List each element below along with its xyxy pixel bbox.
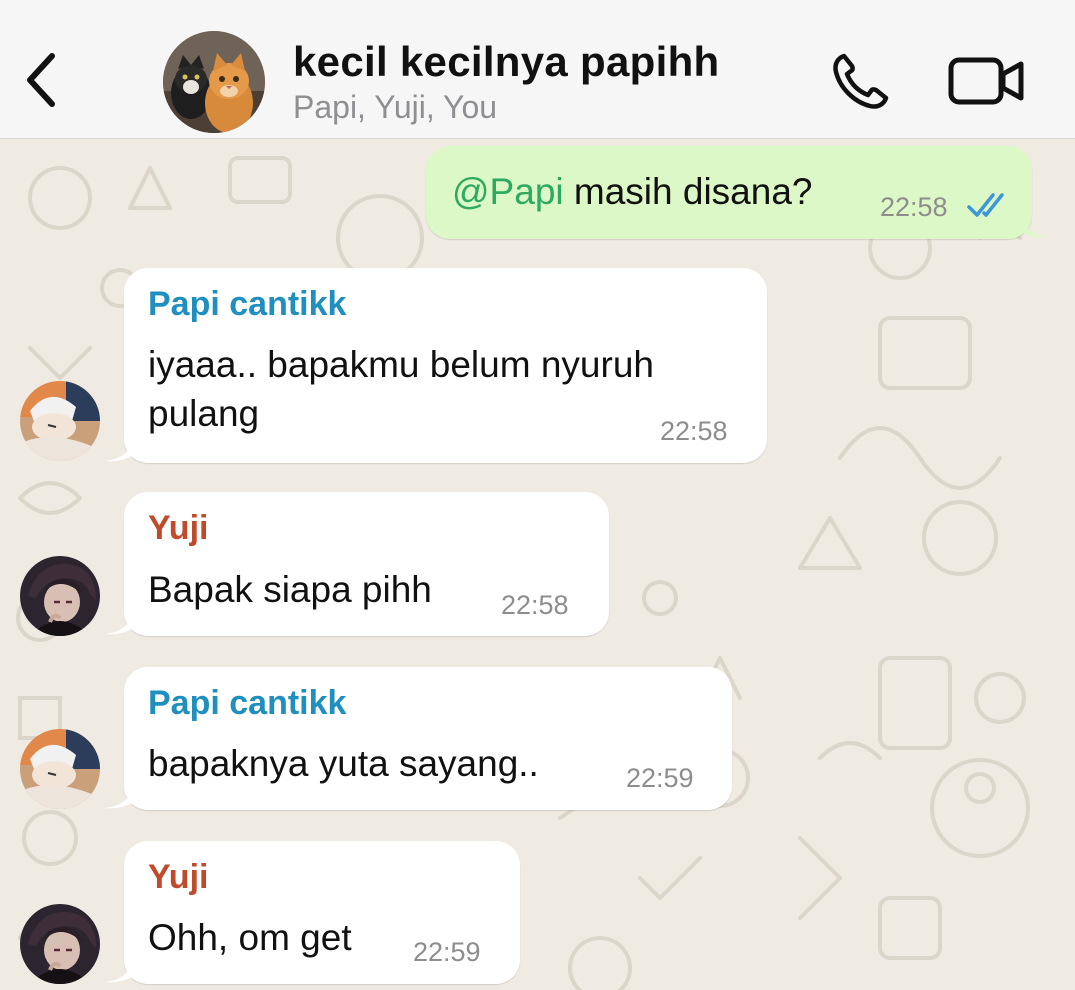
back-button[interactable] — [22, 48, 62, 112]
incoming-message[interactable]: Papi cantikk iyaaa.. bapakmu belum nyuru… — [124, 268, 767, 463]
yuji-avatar-image — [20, 556, 100, 636]
message-text: @Papi masih disana? — [452, 167, 813, 216]
message-text: bapaknya yuta sayang.. — [148, 743, 539, 784]
bubble-tail — [104, 960, 134, 983]
bubble-tail — [104, 439, 134, 462]
chat-title[interactable]: kecil kecilnya papihh — [293, 38, 719, 86]
sender-name[interactable]: Yuji — [148, 509, 208, 548]
phone-icon — [833, 53, 889, 109]
chevron-left-icon — [27, 53, 55, 107]
incoming-message[interactable]: Yuji Bapak siapa pihh 22:58 — [124, 492, 609, 636]
incoming-message[interactable]: Yuji Ohh, om get 22:59 — [124, 841, 520, 984]
chat-participants[interactable]: Papi, Yuji, You — [293, 89, 497, 126]
bubble-tail — [1020, 215, 1050, 238]
video-call-button[interactable] — [947, 56, 1025, 106]
yuji-avatar-image — [20, 904, 100, 984]
mention-tag[interactable]: @Papi — [452, 171, 564, 212]
sender-avatar[interactable] — [20, 729, 100, 809]
bubble-tail — [104, 612, 134, 635]
message-text-line-2: pulang — [148, 393, 260, 434]
sender-avatar[interactable] — [20, 556, 100, 636]
message-body: masih disana? — [563, 171, 813, 212]
sender-avatar[interactable] — [20, 381, 100, 461]
papi-avatar-image — [20, 381, 100, 461]
message-time: 22:59 — [413, 937, 481, 967]
double-check-icon — [967, 193, 1004, 217]
sender-avatar[interactable] — [20, 904, 100, 984]
video-camera-icon — [948, 57, 1024, 105]
sender-name[interactable]: Yuji — [148, 858, 208, 897]
message-time: 22:58 — [501, 590, 569, 620]
message-time: 22:58 — [660, 416, 728, 446]
message-text-line-1: iyaaa.. bapakmu belum nyuruh — [148, 344, 654, 385]
bubble-tail — [104, 786, 134, 809]
cats-photo — [163, 31, 265, 133]
group-avatar[interactable] — [163, 31, 265, 133]
chat-header: kecil kecilnya papihh Papi, Yuji, You — [0, 0, 1075, 139]
sender-name[interactable]: Papi cantikk — [148, 285, 346, 324]
outgoing-message[interactable]: @Papi masih disana? 22:58 — [426, 146, 1032, 239]
incoming-message[interactable]: Papi cantikk bapaknya yuta sayang.. 22:5… — [124, 667, 732, 810]
message-text: Ohh, om get — [148, 917, 352, 958]
message-time: 22:58 — [880, 192, 948, 222]
voice-call-button[interactable] — [830, 50, 892, 112]
sender-name[interactable]: Papi cantikk — [148, 684, 346, 723]
message-text: Bapak siapa pihh — [148, 569, 432, 610]
papi-avatar-image — [20, 729, 100, 809]
message-time: 22:59 — [626, 763, 694, 793]
